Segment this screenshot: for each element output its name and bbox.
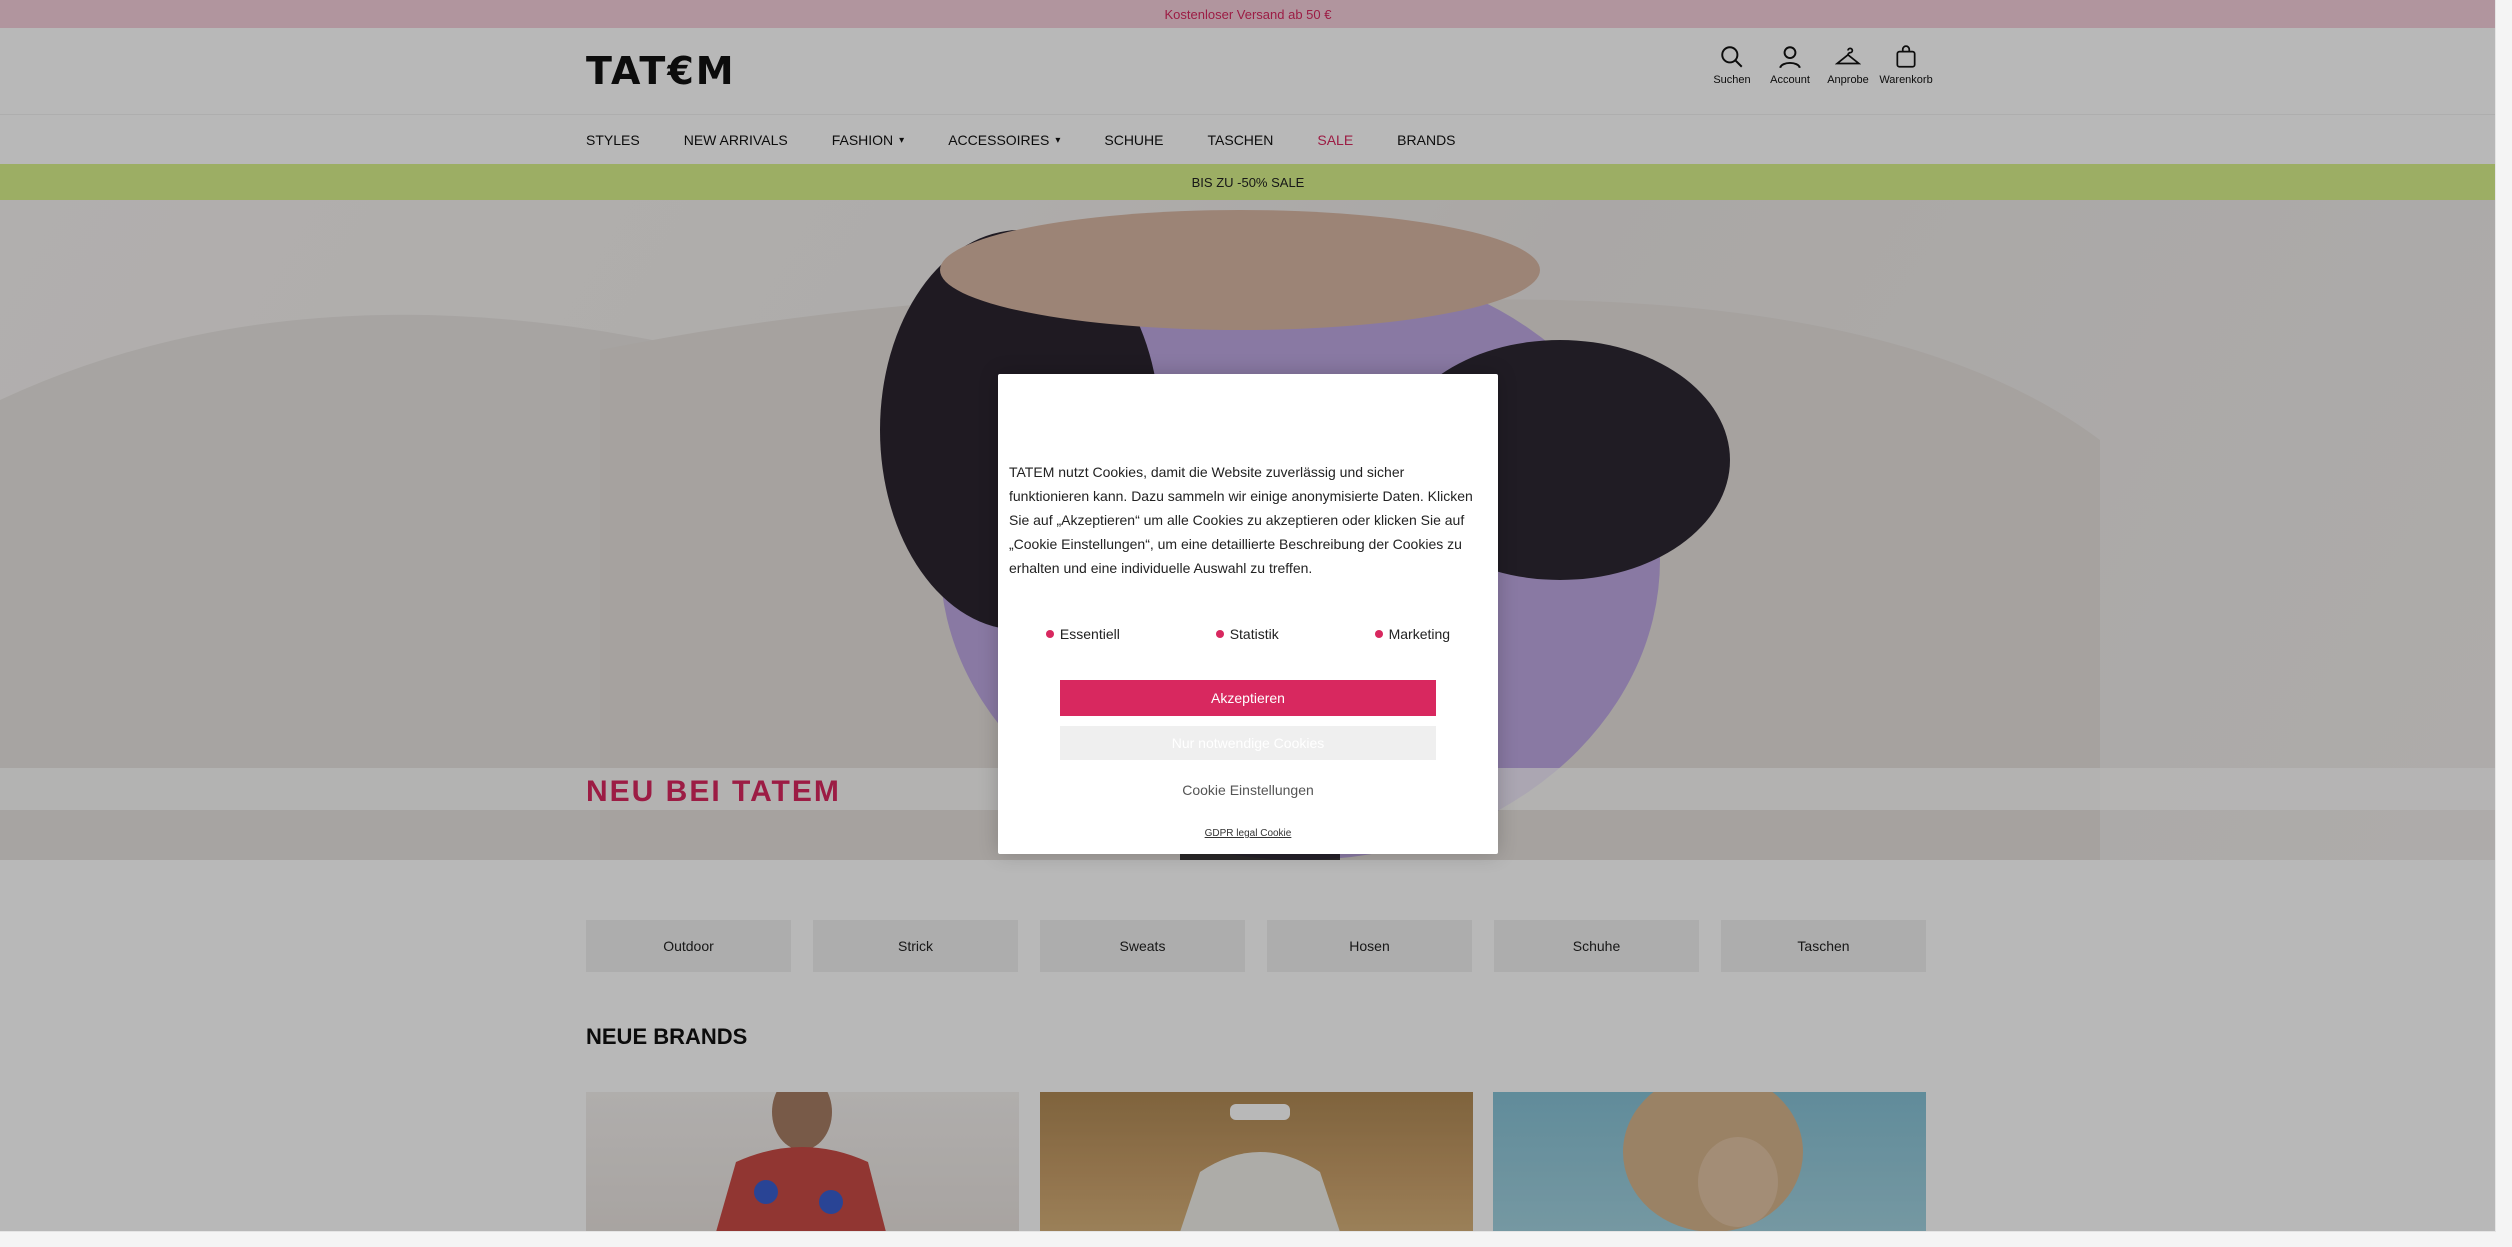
dot-icon [1374, 630, 1383, 638]
gdpr-link[interactable]: GDPR legal Cookie [998, 828, 1498, 839]
cookie-category-label: Statistik [1229, 626, 1279, 642]
cookie-categories: Essentiell Statistik Marketing [998, 626, 1498, 642]
vertical-scrollbar[interactable] [2495, 0, 2512, 1247]
cookie-text: TATEM nutzt Cookies, damit die Website z… [1009, 464, 1473, 576]
cookie-settings-link[interactable]: Cookie Einstellungen [998, 782, 1498, 798]
dot-icon [1045, 630, 1054, 638]
cookie-category-statistik[interactable]: Statistik [1215, 626, 1279, 642]
accept-cookies-button[interactable]: Akzeptieren [1060, 680, 1436, 716]
horizontal-scrollbar[interactable] [0, 1231, 2496, 1247]
cookie-dialog: TATEM nutzt Cookies, damit die Website z… [998, 374, 1498, 854]
cookie-category-label: Essentiell [1059, 626, 1120, 642]
cookie-category-label: Marketing [1388, 626, 1451, 642]
cookie-category-marketing[interactable]: Marketing [1374, 626, 1451, 642]
cookie-category-essentiell[interactable]: Essentiell [1045, 626, 1120, 642]
necessary-cookies-button[interactable]: Nur notwendige Cookies [1060, 726, 1436, 760]
dot-icon [1215, 630, 1224, 638]
